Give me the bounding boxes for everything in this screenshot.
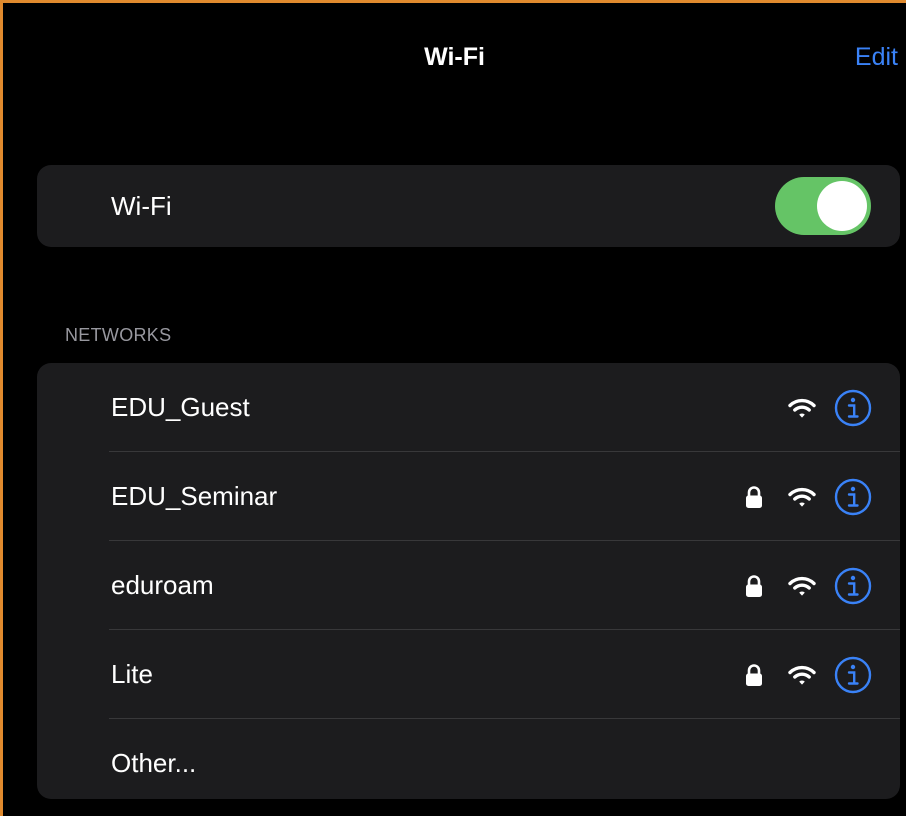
wifi-icon: [788, 576, 816, 596]
toggle-knob: [817, 181, 867, 231]
wifi-toggle-group: Wi-Fi: [37, 165, 900, 247]
network-row-edu-seminar[interactable]: EDU_Seminar: [37, 452, 900, 541]
network-name: EDU_Guest: [111, 392, 250, 422]
page-title: Wi-Fi: [424, 43, 485, 71]
other-network-label: Other...: [111, 748, 197, 778]
wifi-toggle-label: Wi-Fi: [111, 190, 172, 221]
networks-list: EDU_Guest EDU_Seminar eduroam Lite Other…: [37, 363, 900, 799]
info-icon[interactable]: [834, 656, 872, 694]
info-icon[interactable]: [834, 567, 872, 605]
info-icon[interactable]: [834, 478, 872, 516]
network-row-other[interactable]: Other...: [37, 719, 900, 799]
network-status-icons: [744, 478, 872, 516]
network-name: Lite: [111, 659, 153, 689]
wifi-icon: [788, 398, 816, 418]
wifi-toggle-switch[interactable]: [775, 177, 871, 235]
network-status-icons: [744, 567, 872, 605]
info-icon[interactable]: [834, 389, 872, 427]
wifi-toggle-row: Wi-Fi: [37, 165, 900, 247]
lock-icon: [746, 485, 762, 508]
network-row-edu-guest[interactable]: EDU_Guest: [37, 363, 900, 452]
network-status-icons: [744, 656, 872, 694]
edit-button[interactable]: Edit: [855, 43, 898, 72]
network-row-eduroam[interactable]: eduroam: [37, 541, 900, 630]
network-name: eduroam: [111, 570, 214, 600]
navigation-bar: Wi-Fi Edit: [3, 3, 906, 113]
network-name: EDU_Seminar: [111, 481, 278, 511]
wifi-icon: [788, 487, 816, 507]
lock-icon: [746, 574, 762, 597]
network-row-lite[interactable]: Lite: [37, 630, 900, 719]
network-status-icons: [788, 389, 872, 427]
wifi-icon: [788, 665, 816, 685]
networks-section-header: NETWORKS: [65, 325, 172, 345]
lock-icon: [746, 663, 762, 686]
